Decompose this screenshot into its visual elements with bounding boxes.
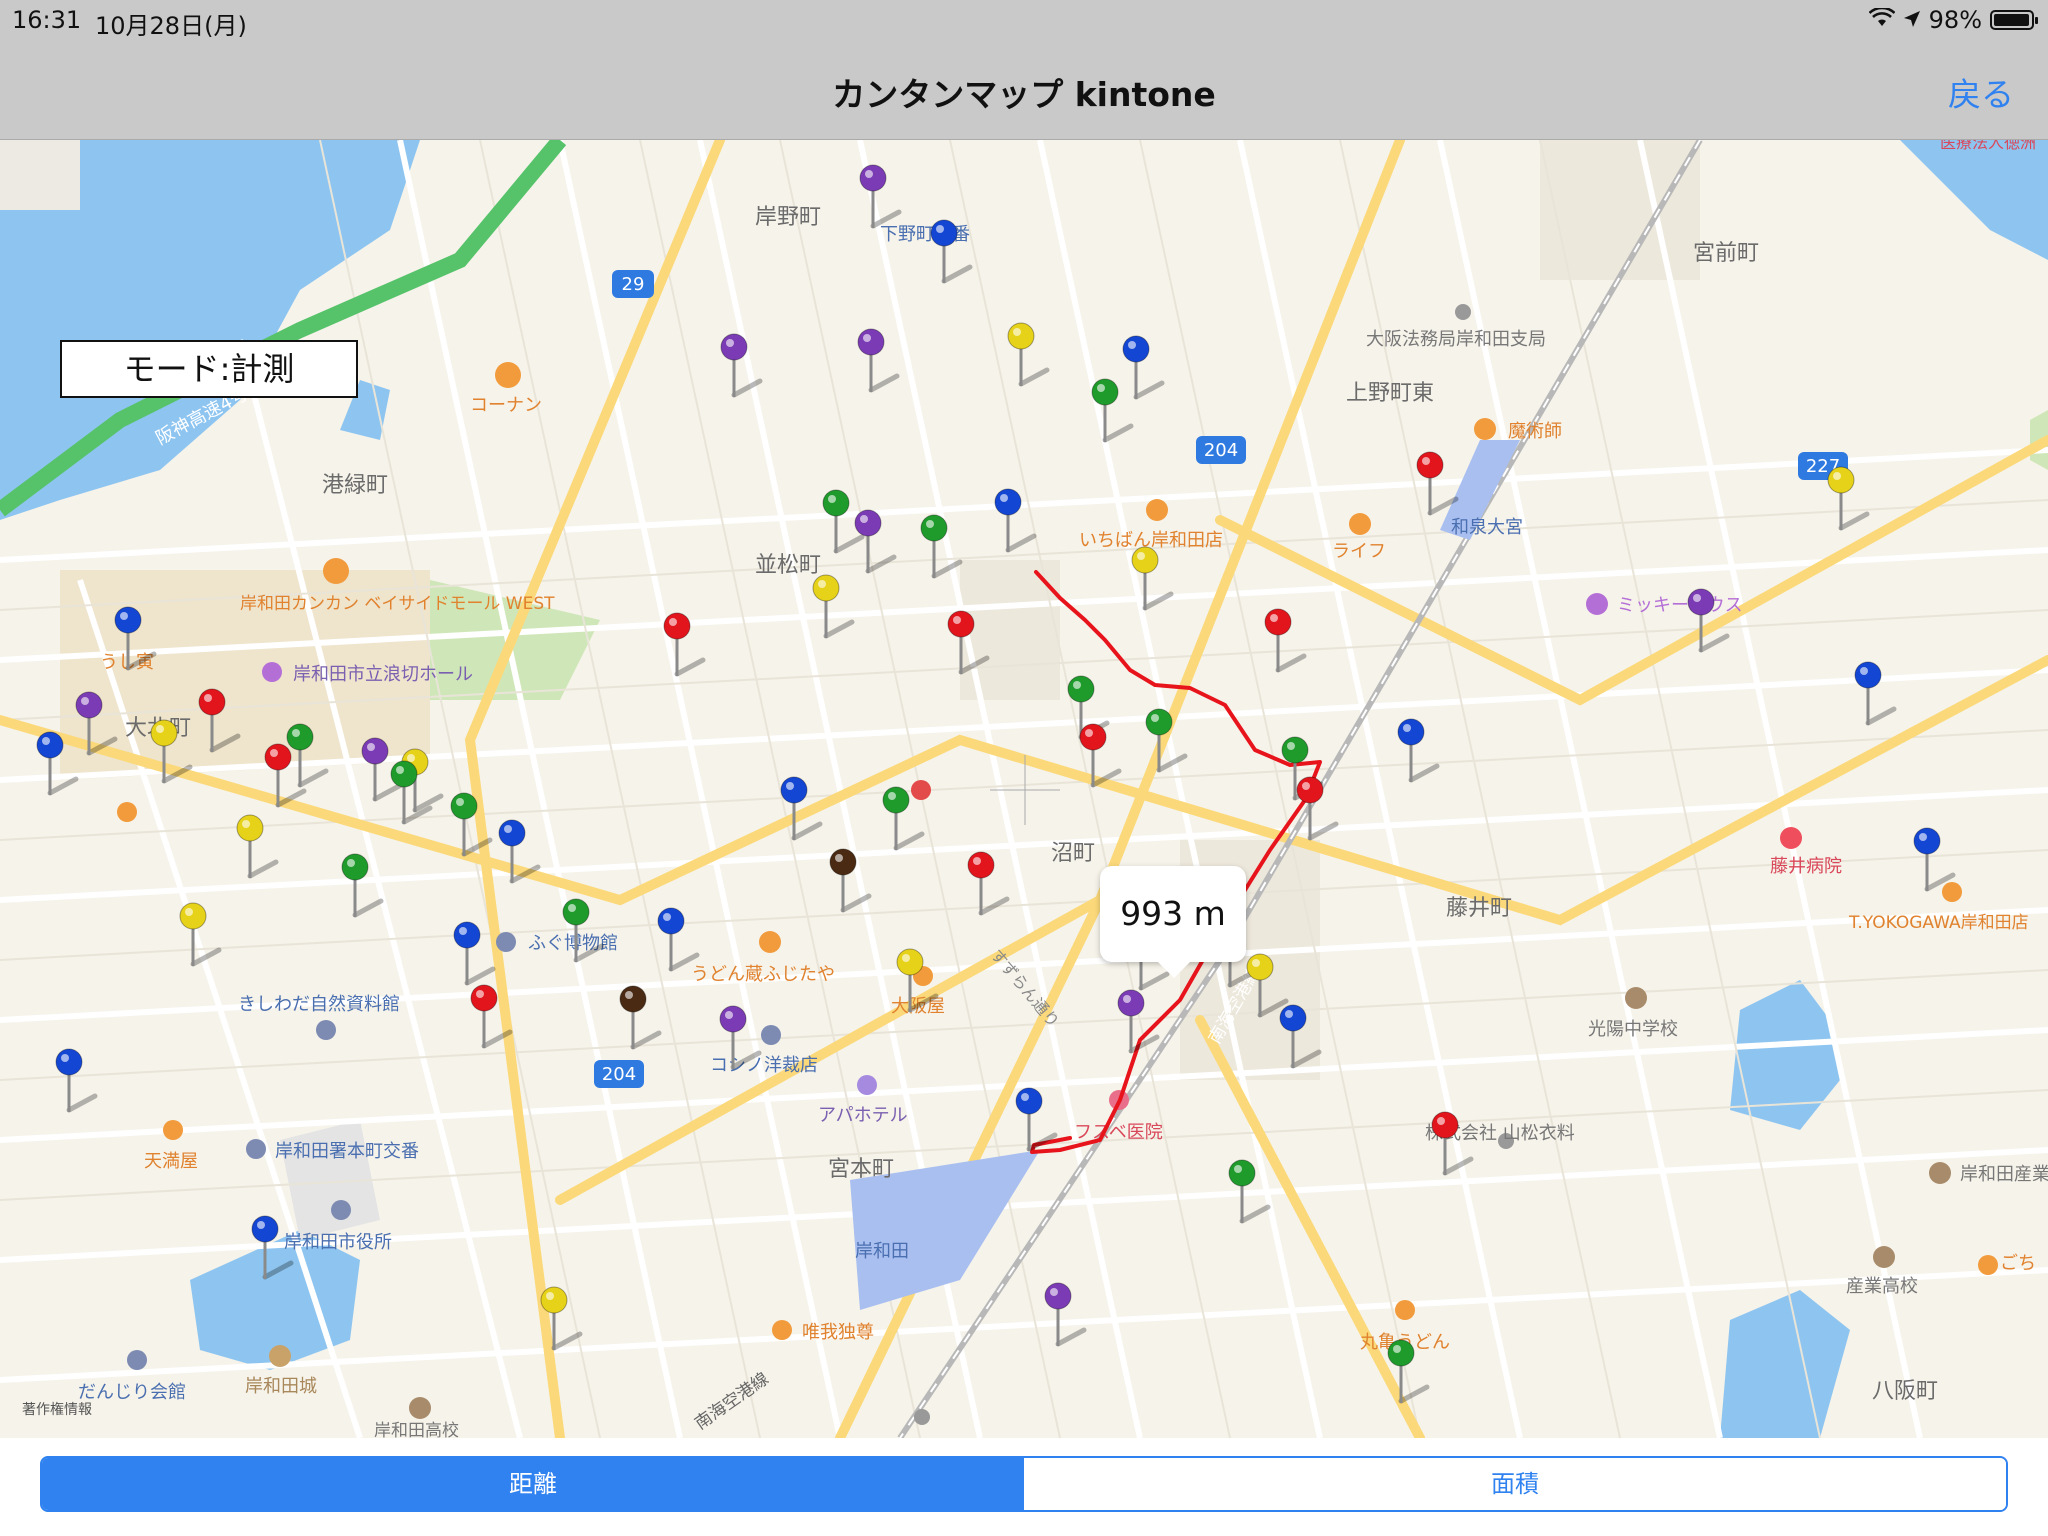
- poi-label: 唯我独尊: [802, 1322, 874, 1343]
- poi-label: コシノ洋裁店: [710, 1055, 818, 1076]
- poi-label: うどん蔵ふじたや: [691, 964, 835, 985]
- map-canvas[interactable]: 29 204 204 227 岸野町 下野町交番 宮前町 大阪法務局岸和田支局 …: [0, 140, 2048, 1438]
- status-bar: 16:31 10月28日(月) 98%: [0, 0, 2048, 40]
- route-shield-204: 204: [1196, 436, 1246, 464]
- poi-label: きしわだ自然資料館: [238, 994, 400, 1015]
- poi-label: 大阪法務局岸和田支局: [1366, 329, 1546, 350]
- poi-label: 産業高校: [1846, 1276, 1918, 1297]
- poi-label: ふぐ博物館: [528, 933, 618, 954]
- status-right: 98%: [1868, 6, 2038, 34]
- segment-distance[interactable]: 距離: [42, 1458, 1024, 1510]
- navigation-bar: カンタンマップ kintone 戻る: [0, 40, 2048, 140]
- poi-label: フスベ医院: [1074, 1122, 1163, 1143]
- area-label: 上野町東: [1346, 381, 1434, 406]
- route-number-label: 29: [622, 274, 645, 295]
- area-label: 八阪町: [1872, 1379, 1938, 1404]
- route-number-label: 204: [602, 1064, 636, 1085]
- area-label: 沼町: [1051, 841, 1095, 866]
- location-arrow-icon: [1903, 6, 1921, 34]
- poi-label: 岸和田産業: [1960, 1164, 2048, 1185]
- area-label: 岸野町: [755, 205, 821, 230]
- poi-label: 魔術師: [1508, 421, 1562, 442]
- area-label: 宮前町: [1693, 241, 1759, 266]
- poi-label: 岸和田: [855, 1241, 909, 1262]
- poi-label: 和泉大宮: [1451, 517, 1523, 538]
- bottom-bar: 距離 面積: [0, 1438, 2048, 1536]
- poi-label: 光陽中学校: [1588, 1019, 1678, 1040]
- poi-label: 岸和田市立浪切ホール: [293, 664, 473, 685]
- area-label: 宮本町: [828, 1157, 894, 1182]
- mode-segmented-control[interactable]: 距離 面積: [40, 1456, 2008, 1512]
- poi-label: 医療法人徳洲: [1940, 140, 2036, 152]
- distance-callout: 993 m: [1100, 866, 1246, 978]
- poi-label: 岸和田署本町交番: [275, 1141, 419, 1162]
- poi-label: 岸和田カンカン ベイサイドモール WEST: [240, 594, 555, 614]
- battery-icon: [1990, 10, 2038, 30]
- mode-indicator: モード:計測: [60, 340, 358, 398]
- back-button[interactable]: 戻る: [1948, 68, 2014, 116]
- nav-title: カンタンマップ kintone: [832, 75, 1216, 114]
- area-label: 港緑町: [322, 473, 388, 498]
- route-shield-204-south: 204: [594, 1060, 644, 1088]
- poi-label: 岸和田市役所: [284, 1232, 392, 1253]
- area-label: 並松町: [755, 553, 821, 578]
- poi-label: 岸和田城: [245, 1376, 317, 1397]
- poi-label: いちばん岸和田店: [1079, 530, 1223, 551]
- map-view[interactable]: 29 204 204 227 岸野町 下野町交番 宮前町 大阪法務局岸和田支局 …: [0, 140, 2048, 1438]
- wifi-icon: [1868, 6, 1896, 34]
- copyright-link[interactable]: 著作権情報: [22, 1401, 92, 1418]
- poi-label: だんじり会館: [78, 1382, 186, 1403]
- status-time: 16:31: [12, 6, 82, 34]
- poi-label: ごち: [2000, 1253, 2036, 1274]
- route-shield-29: 29: [612, 270, 654, 298]
- poi-label: 藤井病院: [1770, 856, 1842, 877]
- poi-label: T.YOKOGAWA岸和田店: [1848, 913, 2029, 933]
- poi-label: アパホテル: [818, 1105, 908, 1126]
- poi-label: 岸和田高校: [374, 1421, 459, 1438]
- area-label: 藤井町: [1446, 896, 1512, 921]
- segment-area[interactable]: 面積: [1024, 1458, 2006, 1510]
- poi-label: 天満屋: [144, 1151, 198, 1172]
- route-number-label: 204: [1204, 440, 1238, 461]
- poi-label: ライフ: [1332, 541, 1386, 562]
- status-date: 10月28日(月): [95, 12, 247, 40]
- poi-label: コーナン: [470, 395, 542, 416]
- battery-percent: 98%: [1928, 6, 1982, 34]
- poi-label: ミッキーハウス: [1617, 595, 1743, 616]
